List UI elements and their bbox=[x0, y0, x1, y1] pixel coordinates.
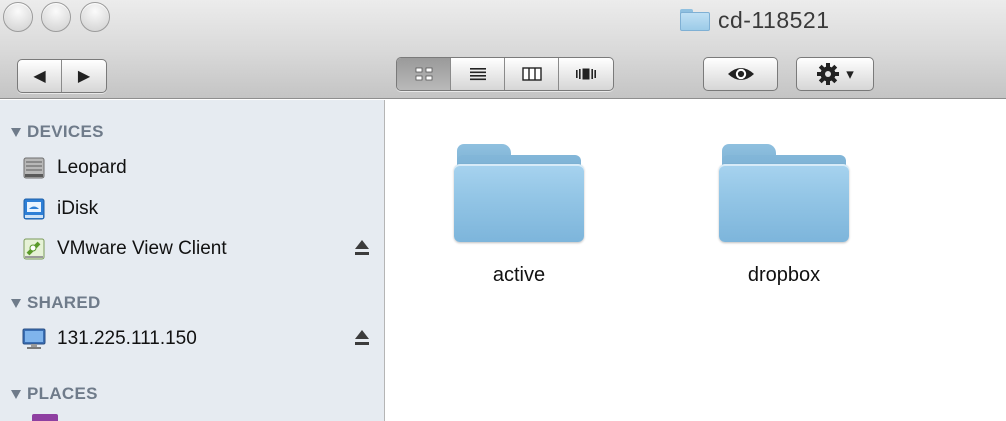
list-view-button[interactable] bbox=[451, 58, 505, 90]
chevron-down-icon: ▾ bbox=[846, 66, 854, 83]
folder-icon bbox=[719, 144, 849, 242]
section-title: SHARED bbox=[27, 293, 101, 312]
quick-look-button[interactable] bbox=[703, 57, 778, 91]
close-window-button[interactable] bbox=[3, 2, 33, 32]
sidebar-item-idisk[interactable]: iDisk bbox=[21, 194, 370, 224]
file-browser-content: active dropbox bbox=[386, 100, 1006, 421]
forward-button[interactable]: ▶ bbox=[62, 60, 106, 92]
column-view-button[interactable] bbox=[505, 58, 559, 90]
icon-view-button[interactable] bbox=[397, 58, 451, 90]
back-arrow-icon: ◀ bbox=[33, 68, 46, 85]
section-title: PLACES bbox=[27, 384, 98, 403]
icon-view-icon bbox=[415, 67, 432, 81]
back-button[interactable]: ◀ bbox=[18, 60, 62, 92]
folder-icon bbox=[454, 144, 584, 242]
sidebar-item-label: 131.225.111.150 bbox=[57, 328, 197, 349]
folder-item[interactable]: active bbox=[434, 144, 604, 287]
forward-arrow-icon: ▶ bbox=[77, 68, 91, 85]
disclosure-triangle-icon bbox=[11, 298, 21, 308]
gear-icon bbox=[817, 63, 840, 85]
list-view-icon bbox=[469, 68, 486, 81]
sidebar-item-label: VMware View Client bbox=[57, 238, 227, 259]
sidebar-item-label: iDisk bbox=[57, 198, 99, 219]
network-computer-icon bbox=[21, 326, 47, 352]
sidebar-item-vmware-view-client[interactable]: VMware View Client bbox=[21, 234, 370, 264]
window-title-text: cd-118521 bbox=[718, 6, 830, 33]
folder-item[interactable]: dropbox bbox=[699, 144, 869, 287]
disk-image-icon bbox=[21, 236, 47, 262]
column-view-icon bbox=[521, 67, 542, 81]
eject-icon[interactable] bbox=[354, 330, 370, 348]
window-title: cd-118521 bbox=[680, 6, 830, 34]
disclosure-triangle-icon bbox=[11, 389, 21, 399]
sidebar-item-label: Leopard bbox=[57, 157, 127, 178]
folder-icon bbox=[680, 9, 710, 31]
history-nav: ◀ ▶ bbox=[17, 59, 107, 93]
minimize-window-button[interactable] bbox=[41, 2, 71, 32]
action-menu-button[interactable]: ▾ bbox=[796, 57, 874, 91]
cover-flow-view-button[interactable] bbox=[559, 58, 613, 90]
section-title: DEVICES bbox=[27, 122, 104, 141]
idisk-icon bbox=[21, 196, 47, 222]
folder-name: dropbox bbox=[747, 264, 821, 286]
hard-drive-icon bbox=[21, 155, 47, 181]
disclosure-triangle-icon bbox=[11, 127, 21, 137]
cover-flow-icon bbox=[576, 68, 596, 80]
sidebar-section-shared[interactable]: SHARED bbox=[11, 293, 101, 313]
sidebar-item-leopard[interactable]: Leopard bbox=[21, 153, 370, 183]
sidebar-section-devices[interactable]: DEVICES bbox=[11, 122, 104, 142]
folder-name: active bbox=[492, 264, 546, 286]
window-toolbar: cd-118521 ◀ ▶ ▾ bbox=[0, 0, 1006, 99]
sidebar-item-shared-host[interactable]: 131.225.111.150 bbox=[21, 324, 370, 354]
eye-icon bbox=[727, 68, 754, 80]
view-mode-selector bbox=[396, 57, 614, 91]
eject-icon[interactable] bbox=[354, 240, 370, 258]
sidebar: DEVICES Leopard iDisk VMware View Client… bbox=[0, 100, 385, 421]
zoom-window-button[interactable] bbox=[80, 2, 110, 32]
sidebar-section-places[interactable]: PLACES bbox=[11, 384, 98, 404]
places-item-icon bbox=[32, 414, 58, 421]
